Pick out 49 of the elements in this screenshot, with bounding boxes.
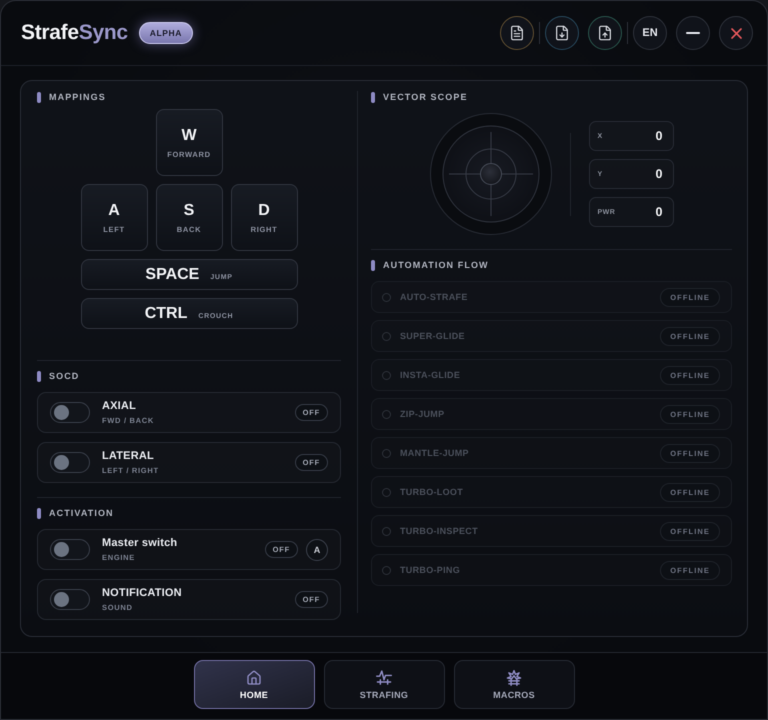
section-bar-icon (37, 370, 41, 382)
version-tag: ALPHA (138, 22, 194, 44)
language-button[interactable]: EN (633, 16, 667, 50)
toggle-switch[interactable] (50, 402, 90, 423)
automation-label: AUTO-STRAFE (400, 292, 468, 302)
nav-tab[interactable]: HOME (194, 660, 314, 709)
automation-label: TURBO-PING (400, 565, 460, 575)
document-icon (509, 25, 525, 41)
close-icon (730, 28, 742, 38)
automation-label: ZIP-JUMP (400, 409, 444, 419)
section-bar-icon (371, 92, 375, 102)
star-grid-icon (506, 670, 522, 686)
file-upload-icon (597, 25, 613, 41)
nav-tab[interactable]: STRAFING (324, 660, 444, 709)
section-bar-icon (37, 92, 41, 102)
automation-label: TURBO-LOOT (400, 487, 463, 497)
section-title: MAPPINGS (49, 91, 106, 103)
waveform-icon (376, 670, 392, 686)
readout-value: 0 (656, 167, 662, 181)
setting-label: Master switch (102, 537, 178, 550)
setting-label: NOTIFICATION (102, 587, 182, 600)
section-title: SOCD (49, 370, 80, 382)
section-title: AUTOMATION FLOW (383, 259, 489, 271)
file-download-icon (554, 25, 570, 41)
section-bar-icon (371, 260, 375, 270)
toggle-switch[interactable] (50, 539, 90, 560)
nav-tab[interactable]: MACROS (454, 660, 574, 709)
readout-value: 0 (656, 129, 662, 143)
automation-label: SUPER-GLIDE (400, 331, 465, 341)
readout-value: 0 (656, 205, 662, 219)
import-button[interactable] (545, 16, 579, 50)
automation-label: MANTLE-JUMP (400, 448, 469, 458)
setting-label: AXIAL (102, 400, 136, 413)
minimize-icon (686, 32, 700, 34)
export-button[interactable] (588, 16, 622, 50)
toggle-switch[interactable] (50, 589, 90, 610)
section-title: VECTOR SCOPE (383, 91, 468, 103)
toggle-switch[interactable] (50, 452, 90, 473)
hotkey-button[interactable]: A (306, 538, 328, 560)
app-title: StrafeSync (21, 21, 128, 45)
section-title: ACTIVATION (49, 507, 114, 519)
minimize-button[interactable] (676, 16, 710, 50)
home-icon (246, 670, 262, 686)
close-button[interactable] (719, 16, 753, 50)
section-bar-icon (37, 508, 41, 518)
notes-button[interactable] (500, 16, 534, 50)
automation-label: INSTA-GLIDE (400, 370, 460, 380)
setting-label: LATERAL (102, 450, 154, 463)
automation-label: TURBO-INSPECT (400, 526, 478, 536)
